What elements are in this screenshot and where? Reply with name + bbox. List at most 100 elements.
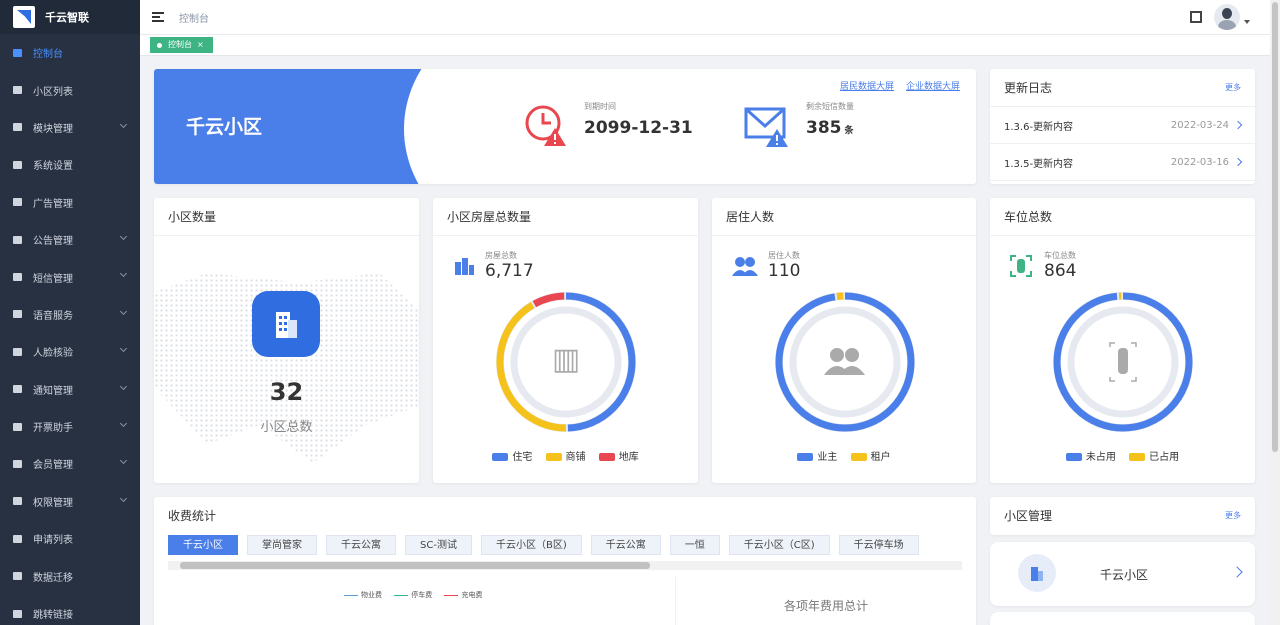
chevron-down-icon[interactable] [1244,20,1250,24]
legend-item[interactable]: 商铺 [545,452,586,463]
app-root: 千云智联 控制台 小区列表 模块管理 系统设置 广告管理 公告管理 短信管理 语音服务 人脸核验… [0,0,1280,625]
expire-value: 2099-12-31 [584,118,693,138]
sidebar-item[interactable]: 广告管理 [0,184,140,221]
fee-tab[interactable]: SC-测试 [405,535,472,555]
external-link-icon [12,608,23,619]
changelog-card: 更新日志 更多 1.3.6-更新内容 2022-03-24 1.3.5-更新内容… [990,69,1255,184]
breadcrumb[interactable]: 控制台 [179,10,209,25]
fullscreen-icon[interactable] [1190,11,1202,23]
donut-center-buildings-icon: ▥ [552,342,580,377]
legend-item[interactable]: 业主 [797,452,837,463]
chevron-down-icon [119,270,128,278]
changelog-title: 更新日志 [1004,81,1053,95]
donut-segment[interactable] [775,292,915,432]
sidebar-item-label: 广告管理 [33,198,73,210]
sidebar-item[interactable]: 数据迁移 [0,557,140,594]
changelog-entry-title: 1.3.6-更新内容 [1004,121,1074,133]
vertical-scrollbar[interactable] [1270,0,1280,625]
legend-item[interactable]: 已占用 [1129,452,1179,463]
changelog-row[interactable]: 1.3.6-更新内容 2022-03-24 [990,107,1255,144]
legend-item[interactable]: 停车费 [394,591,432,599]
scrollbar-thumb[interactable] [1272,2,1278,452]
resident-screen-link[interactable]: 居民数据大屏 [840,82,894,92]
horizontal-scrollbar[interactable] [168,561,962,570]
tab-dashboard[interactable]: 控制台 × [150,37,213,53]
brand-logo [13,6,35,28]
brand[interactable]: 千云智联 [0,0,140,34]
close-icon[interactable]: × [197,40,204,49]
legend-item[interactable]: 住宅 [492,452,532,463]
parking-value: 864 [1044,261,1077,281]
houses-card: 小区房屋总数量 房屋总数 6,717 ▥ 住宅 商铺 地库 [433,198,698,483]
sms-unit: 条 [844,126,854,136]
legend-item[interactable]: 未占用 [1065,452,1116,463]
chevron-down-icon [119,494,128,502]
chevron-down-icon [119,419,128,427]
changelog-header: 更新日志 更多 [990,69,1255,107]
fee-tab[interactable]: 千云公寓 [590,535,661,555]
sidebar-item[interactable]: 模块管理 [0,109,140,146]
sidebar-item[interactable]: 通知管理 [0,371,140,408]
sms-label: 剩余短信数量 [806,102,854,111]
fee-tab[interactable]: 掌尚管家 [247,535,317,555]
mail-warning-icon [744,107,788,147]
parking-info: 车位总数 864 [1010,250,1076,281]
sidebar-item[interactable]: 公告管理 [0,221,140,258]
sidebar-item[interactable]: 小区列表 [0,71,140,108]
grid-icon [12,421,23,432]
changelog-entry-title: 1.3.5-更新内容 [1004,158,1074,170]
sidebar-item-label: 公告管理 [33,236,73,248]
brand-name: 千云智联 [45,11,89,24]
community-item[interactable] [990,612,1255,625]
changelog-more-link[interactable]: 更多 [1225,69,1241,106]
sidebar-item[interactable]: 语音服务 [0,296,140,333]
expire-block: 到期时间 2099-12-31 [584,101,693,138]
users-icon [732,256,758,276]
sidebar-item[interactable]: 人脸核验 [0,333,140,370]
sidebar-item[interactable]: 跳转链接 [0,595,140,625]
management-header: 小区管理 更多 [990,497,1255,535]
legend-item[interactable]: 租户 [850,452,891,463]
sidebar-item-label: 语音服务 [33,310,73,322]
clock-warning-icon [525,105,566,146]
sidebar-item[interactable]: 短信管理 [0,258,140,295]
sidebar-item[interactable]: 系统设置 [0,146,140,183]
scrollbar-thumb[interactable] [180,562,650,569]
sidebar-item[interactable]: 开票助手 [0,408,140,445]
fee-tab[interactable]: 千云小区（B区) [480,535,582,555]
community-item[interactable]: 千云小区 [990,542,1255,606]
legend-item[interactable]: 地库 [598,452,639,463]
parking-card: 车位总数 车位总数 864 未占用 已占用 [990,198,1255,483]
menu-toggle-icon[interactable] [152,12,164,22]
sidebar-item[interactable]: 权限管理 [0,483,140,520]
sidebar-item-label: 开票助手 [33,423,73,435]
enterprise-screen-link[interactable]: 企业数据大屏 [906,82,960,92]
sidebar-item[interactable]: 会员管理 [0,445,140,482]
buildings-icon [455,257,474,275]
community-banner: 千云小区 居民数据大屏 企业数据大屏 到期时间 2099-12-31 剩余短信数量… [154,69,976,184]
management-more-link[interactable]: 更多 [1225,497,1241,535]
legend-item[interactable]: 充电费 [444,591,482,599]
fee-tab[interactable]: 千云停车场 [838,535,919,555]
legend-item[interactable]: 物业费 [344,591,382,599]
residents-value: 110 [768,261,801,281]
changelog-row[interactable]: 1.3.5-更新内容 2022-03-16 [990,144,1255,181]
fee-tab[interactable]: 千云小区 [168,535,238,555]
sidebar-item[interactable]: 申请列表 [0,520,140,557]
fee-statistics-card: 收费统计 千云小区 掌尚管家 千云公寓 SC-测试 千云小区（B区) 千云公寓 一恒 千云小区… [154,497,976,625]
residents-info: 居住人数 110 [732,250,800,281]
sidebar-item[interactable]: 控制台 [0,34,140,71]
fee-statistics-title: 收费统计 [168,509,217,523]
donut-inner-track [789,306,901,418]
fee-tab[interactable]: 千云公寓 [326,535,396,555]
fee-tab[interactable]: 一恒 [669,535,720,555]
avatar[interactable] [1214,4,1240,30]
sidebar-item-label: 会员管理 [33,460,73,472]
screen-links: 居民数据大屏 企业数据大屏 [828,79,960,92]
sidebar: 千云智联 控制台 小区列表模块管理系统设置广告管理公告管理短信管理语音服务人脸核验… [0,0,140,625]
chevron-right-icon [1233,157,1243,167]
user-icon [12,458,23,469]
chevron-down-icon [119,457,128,465]
sidebar-item-label: 模块管理 [33,123,73,135]
fee-tab[interactable]: 千云小区（C区) [728,535,830,555]
